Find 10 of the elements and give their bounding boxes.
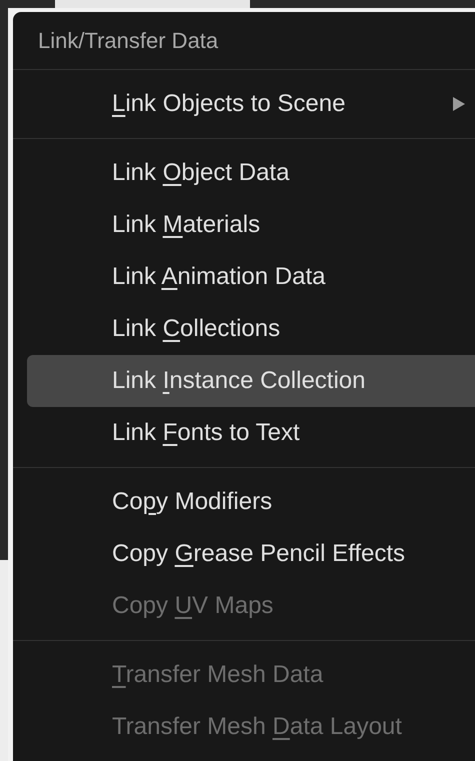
menu-item[interactable]: Link Fonts to Text: [27, 407, 475, 459]
menu-item[interactable]: Link Collections: [27, 303, 475, 355]
menu-item[interactable]: Link Object Data: [27, 147, 475, 199]
menu-item[interactable]: Copy Grease Pencil Effects: [27, 528, 475, 580]
menu-item[interactable]: Link Objects to Scene: [27, 78, 475, 130]
menu-title: Link/Transfer Data: [38, 27, 218, 55]
menu-item[interactable]: Link Animation Data: [27, 251, 475, 303]
menu-item[interactable]: Copy Modifiers: [27, 476, 475, 528]
menu-item[interactable]: Link Materials: [27, 199, 475, 251]
menu-item[interactable]: Link Instance Collection: [27, 355, 475, 407]
